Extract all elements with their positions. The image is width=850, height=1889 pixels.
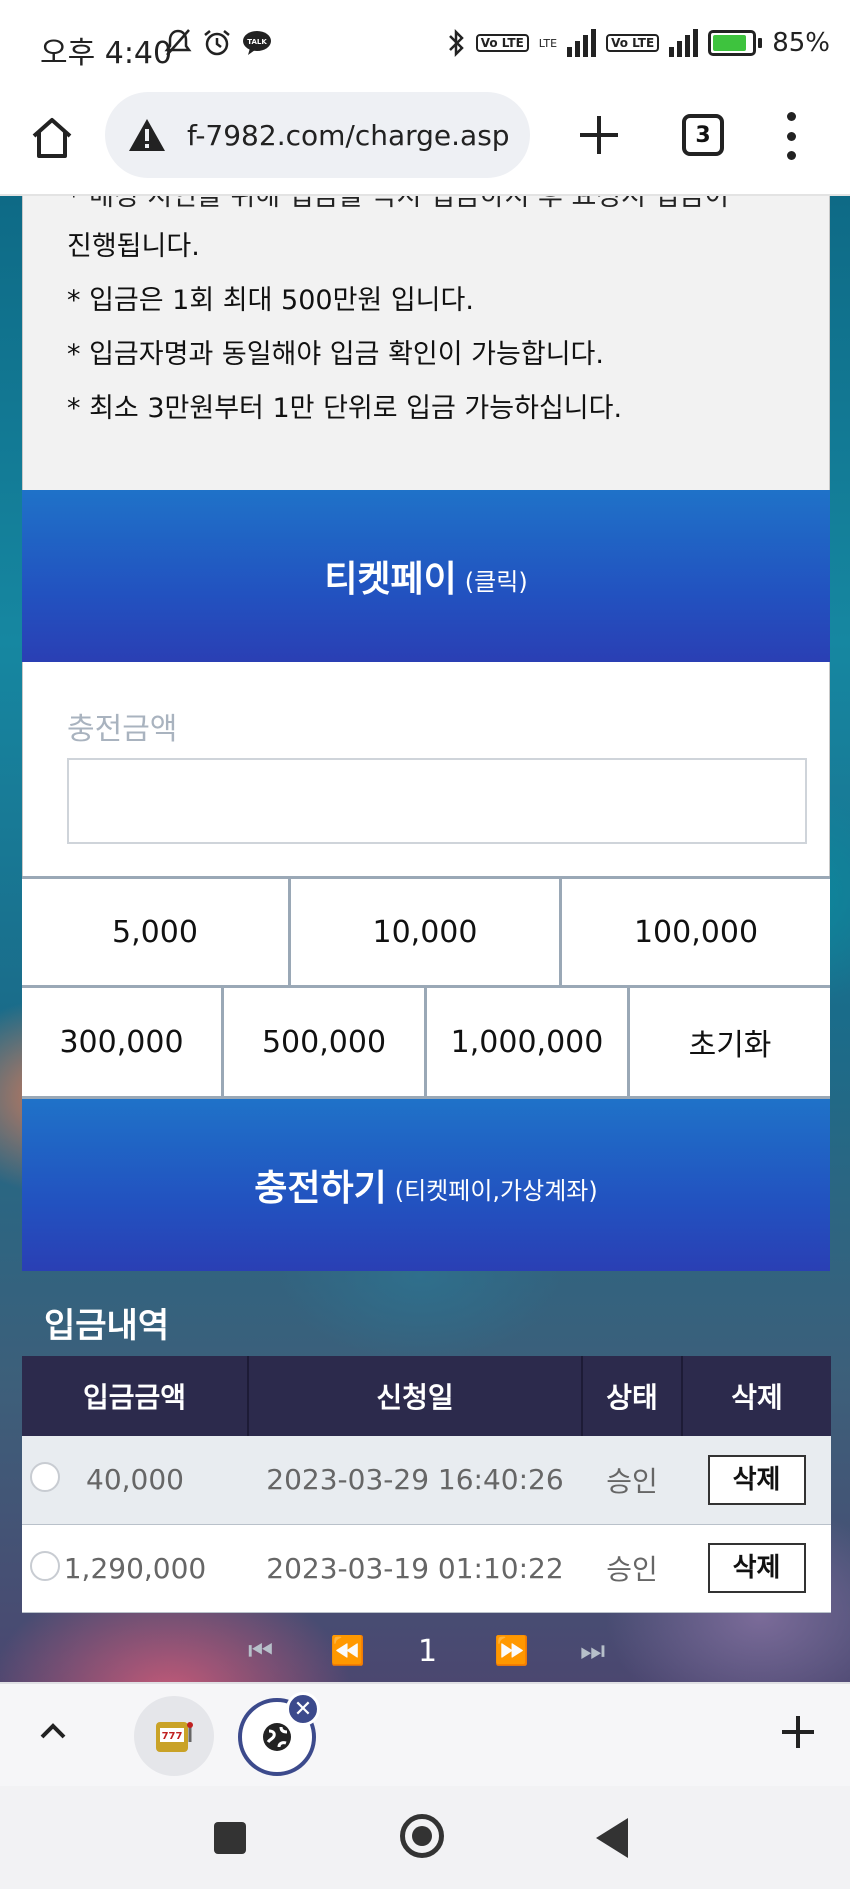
volte-badge-2: Vo LTE: [606, 34, 660, 52]
ticketpay-label: 티켓페이: [324, 559, 457, 600]
lte-label: LTE: [538, 36, 558, 50]
more-menu-icon[interactable]: [776, 106, 806, 166]
quick-amount-300000-button[interactable]: 300,000: [22, 988, 221, 1096]
talk-icon: TALK: [243, 31, 271, 55]
next-page-icon[interactable]: ⏩: [494, 1634, 529, 1667]
bottom-tab-bar: 777 ✕: [0, 1682, 850, 1786]
notice-line: 진행됩니다.: [67, 231, 200, 262]
quick-amount-5000-button[interactable]: 5,000: [22, 879, 288, 985]
bluetooth-icon: [448, 28, 464, 58]
clock: 오후 4:40: [40, 36, 173, 71]
browser-toolbar: f-7982.com/charge.asp 3: [0, 92, 850, 196]
last-page-icon[interactable]: ⏭: [580, 1634, 605, 1668]
amount-label: 충전금액: [67, 712, 178, 747]
slot-machine-icon[interactable]: 777: [134, 1696, 214, 1776]
reset-button[interactable]: 초기화: [630, 988, 830, 1096]
svg-text:777: 777: [162, 1731, 183, 1742]
alarm-icon: [204, 30, 230, 56]
battery-percent: 85%: [772, 28, 830, 58]
ticketpay-button[interactable]: 티켓페이 (클릭): [22, 490, 830, 662]
quick-amount-10000-button[interactable]: 10,000: [291, 879, 559, 985]
header-date: 신청일: [248, 1356, 583, 1436]
url-text[interactable]: f-7982.com/charge.asp: [187, 119, 510, 152]
table-row: 1,290,000 2023-03-19 01:10:22 승인 삭제: [22, 1524, 831, 1613]
row-checkbox[interactable]: [30, 1462, 60, 1492]
signal-icon-2: [669, 29, 699, 57]
home-nav-icon[interactable]: [400, 1814, 444, 1858]
notice-line-cut: * 매칭 지연을 위해 입금을 즉시 입금하시 후 요청시 입금이: [67, 196, 730, 212]
add-tab-icon[interactable]: [778, 1712, 818, 1752]
quick-amount-row-1: 5,000 10,000 100,000: [22, 876, 830, 988]
charge-sub: (티켓페이,가상계좌): [394, 1176, 598, 1205]
notice-panel: * 매칭 지연을 위해 입금을 즉시 입금하시 후 요청시 입금이 진행됩니다.…: [22, 196, 830, 490]
row-amount: 1,290,000: [63, 1551, 207, 1585]
page-number[interactable]: 1: [418, 1634, 437, 1669]
header-delete: 삭제: [682, 1356, 831, 1436]
history-title: 입금내역: [44, 1306, 170, 1346]
notice-line: * 최소 3만원부터 1만 단위로 입금 가능하십니다.: [67, 393, 623, 424]
amount-input[interactable]: [67, 758, 807, 844]
notice-line: * 입금은 1회 최대 500만원 입니다.: [67, 285, 474, 316]
table-row: 40,000 2023-03-29 16:40:26 승인 삭제: [22, 1436, 831, 1525]
volte-badge: Vo LTE: [475, 34, 529, 52]
prev-page-icon[interactable]: ⏪: [330, 1634, 365, 1667]
recents-icon[interactable]: [214, 1822, 246, 1854]
back-icon[interactable]: [596, 1818, 628, 1858]
mute-bell-icon: [164, 29, 192, 56]
chevron-up-icon[interactable]: [36, 1714, 70, 1748]
delete-button[interactable]: 삭제: [707, 1543, 806, 1593]
quick-amount-100000-button[interactable]: 100,000: [562, 879, 830, 985]
amount-section: 충전금액: [22, 662, 830, 876]
notification-icons: TALK: [164, 28, 272, 58]
svg-text:TALK: TALK: [247, 38, 267, 46]
quick-amount-1000000-button[interactable]: 1,000,000: [427, 988, 627, 1096]
first-page-icon[interactable]: ⏮: [248, 1634, 273, 1668]
system-icons: Vo LTE LTE Vo LTE 85%: [446, 28, 830, 58]
notice-line: * 입금자명과 동일해야 입금 확인이 가능합니다.: [67, 339, 604, 370]
row-date: 2023-03-19 01:10:22: [248, 1524, 582, 1613]
warning-icon[interactable]: [127, 115, 167, 155]
signal-icon: [567, 29, 597, 57]
header-status: 상태: [582, 1356, 683, 1436]
charge-label: 충전하기: [254, 1168, 387, 1209]
new-tab-icon[interactable]: [576, 112, 622, 158]
row-checkbox[interactable]: [30, 1550, 60, 1581]
header-amount: 입금금액: [22, 1356, 249, 1436]
history-header-row: 입금금액 신청일 상태 삭제: [22, 1356, 831, 1436]
close-tab-icon[interactable]: ✕: [286, 1692, 320, 1726]
address-bar[interactable]: f-7982.com/charge.asp: [105, 92, 530, 178]
home-icon[interactable]: [28, 114, 76, 162]
ticketpay-sub: (클릭): [464, 567, 528, 596]
history-table: 입금금액 신청일 상태 삭제 40,000 2023-03-29 16:40:2…: [22, 1356, 831, 1613]
quick-amount-500000-button[interactable]: 500,000: [224, 988, 424, 1096]
row-status: 승인: [582, 1436, 682, 1525]
delete-button[interactable]: 삭제: [707, 1454, 806, 1505]
row-date: 2023-03-29 16:40:26: [248, 1436, 582, 1525]
quick-amount-row-2: 300,000 500,000 1,000,000 초기화: [22, 985, 830, 1099]
pagination: ⏮ ⏪ 1 ⏩ ⏭: [0, 1628, 850, 1678]
battery-icon: [708, 30, 763, 56]
row-amount: 40,000: [86, 1463, 184, 1497]
row-status: 승인: [582, 1524, 682, 1613]
status-bar: 오후 4:40 TALK Vo LTE LTE Vo LTE 85%: [0, 0, 850, 92]
charge-button[interactable]: 충전하기 (티켓페이,가상계좌): [22, 1099, 830, 1271]
tab-switcher-button[interactable]: 3: [682, 114, 724, 156]
system-nav-bar: [0, 1786, 850, 1889]
